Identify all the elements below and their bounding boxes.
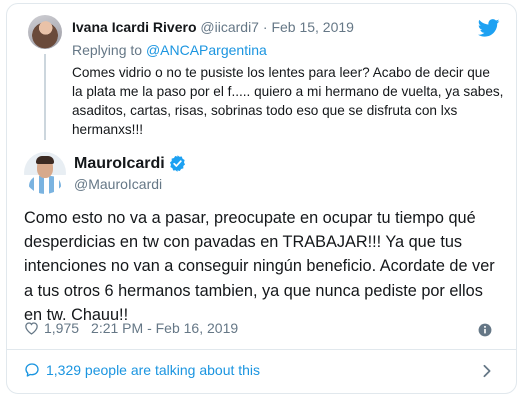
chevron-right-icon[interactable] (482, 364, 492, 378)
avatar-jersey (29, 176, 61, 194)
footer-divider (7, 349, 516, 350)
header-separator: · (262, 19, 268, 35)
parent-tweet-header: Ivana Icardi Rivero @iicardi7 · Feb 15, … (72, 19, 354, 35)
replying-to-prefix: Replying to (72, 42, 146, 58)
like-count[interactable]: 1,975 (44, 320, 79, 336)
parent-author-name[interactable]: Ivana Icardi Rivero (72, 19, 197, 35)
info-icon[interactable] (478, 323, 492, 337)
main-avatar[interactable] (24, 152, 66, 194)
replying-to-link[interactable]: @ANCAPargentina (146, 42, 267, 58)
main-tweet-text: Como esto no va a pasar, preocupate en o… (24, 209, 495, 324)
thread-connector-line (44, 54, 46, 140)
main-author-handle[interactable]: @MauroIcardi (74, 176, 162, 192)
twitter-bird-icon[interactable] (478, 19, 500, 37)
conversation-link[interactable]: 1,329 people are talking about this (24, 362, 260, 378)
parent-author-handle[interactable]: @iicardi7 (200, 19, 259, 35)
replying-to-line: Replying to @ANCAPargentina (72, 42, 267, 58)
avatar-hair (36, 156, 54, 164)
speech-bubble-icon (25, 363, 39, 377)
parent-tweet-date[interactable]: Feb 15, 2019 (271, 19, 354, 35)
main-author-name[interactable]: MauroIcardi (74, 155, 165, 173)
conversation-count-text[interactable]: 1,329 people are talking about this (46, 362, 260, 378)
verified-badge-icon (169, 155, 186, 172)
tweet-timestamp[interactable]: 2:21 PM - Feb 16, 2019 (91, 320, 238, 336)
heart-icon[interactable] (24, 321, 39, 335)
parent-avatar[interactable] (28, 15, 62, 49)
parent-tweet-text: Comes vidrio o no te pusiste los lentes … (72, 65, 504, 137)
tweet-meta-row: 1,975 2:21 PM - Feb 16, 2019 (24, 320, 238, 336)
